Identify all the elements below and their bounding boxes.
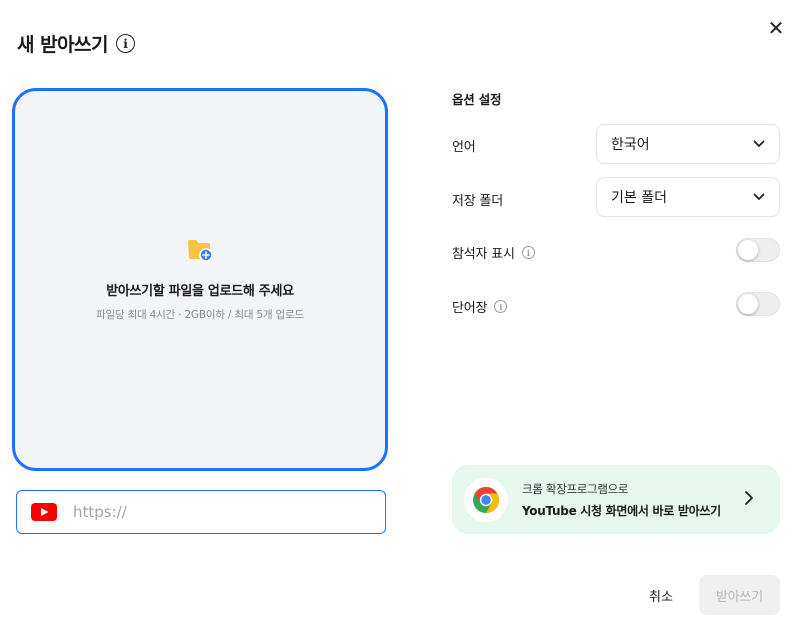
promo-line2: YouTube 시청 화면에서 바로 받아쓰기 [522,503,721,518]
folder-select[interactable]: 기본 폴더 [596,177,780,217]
dropzone-subtitle: 파일당 최대 4시간 · 2GB이하 / 최대 5개 업로드 [96,308,304,321]
chevron-right-icon [745,491,753,505]
file-dropzone[interactable]: 받아쓰기할 파일을 업로드해 주세요 파일당 최대 4시간 · 2GB이하 / … [12,88,388,471]
chevron-down-icon [753,193,765,200]
options-title: 옵션 설정 [452,92,502,107]
page-title: 새 받아쓰기 [17,34,109,56]
dropzone-title: 받아쓰기할 파일을 업로드해 주세요 [106,283,294,299]
folder-select-value: 기본 폴더 [611,190,667,206]
url-input[interactable] [73,503,373,521]
speakers-label: 참석자 표시 i [452,243,535,262]
folder-label-text: 저장 폴더 [452,194,503,209]
vocabulary-toggle[interactable] [736,292,780,316]
promo-text: 크롬 확장프로그램으로 YouTube 시청 화면에서 바로 받아쓰기 [522,481,721,519]
language-label: 언어 [452,136,476,155]
info-icon[interactable]: i [494,300,508,313]
language-select[interactable]: 한국어 [596,124,780,164]
close-button[interactable]: ✕ [764,16,788,40]
vocabulary-label-text: 단어장 [452,301,488,316]
language-select-value: 한국어 [611,137,650,153]
cancel-button[interactable]: 취소 [636,575,686,615]
info-icon[interactable]: i [116,34,136,53]
submit-button[interactable]: 받아쓰기 [699,575,780,615]
dialog-title: 새 받아쓰기 i [17,30,136,57]
chrome-icon [473,486,500,513]
close-icon: ✕ [767,16,785,40]
vocabulary-label: 단어장 i [452,297,508,316]
chevron-down-icon [753,140,765,147]
toggle-knob [738,294,758,314]
chrome-extension-banner[interactable]: 크롬 확장프로그램으로 YouTube 시청 화면에서 바로 받아쓰기 [452,465,780,534]
youtube-icon [31,503,57,521]
folder-plus-icon [188,239,213,262]
folder-label: 저장 폴더 [452,190,503,209]
chrome-icon-container [464,477,508,522]
toggle-knob [738,240,758,260]
info-icon[interactable]: i [521,246,535,259]
promo-line1: 크롬 확장프로그램으로 [522,481,629,496]
speakers-label-text: 참석자 표시 [452,247,515,262]
url-field[interactable] [16,490,386,534]
speakers-toggle[interactable] [736,238,780,262]
language-label-text: 언어 [452,140,476,155]
